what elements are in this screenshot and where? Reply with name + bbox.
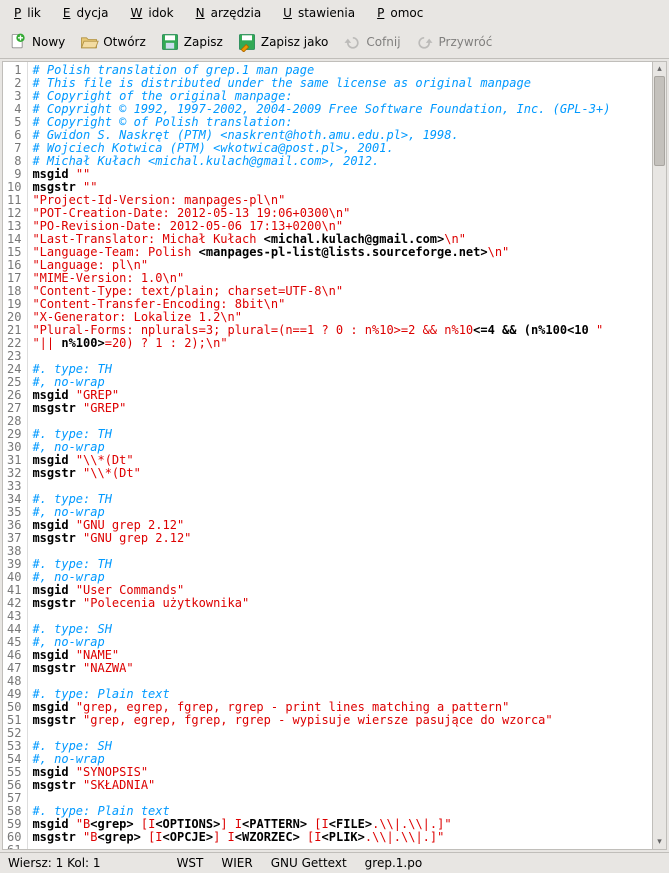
code-line[interactable]: #. type: TH — [32, 493, 648, 506]
menu-file[interactable]: Plik — [8, 4, 53, 22]
editor: 1234567891011121314151617181920212223242… — [2, 61, 667, 850]
menu-help[interactable]: Pomoc — [371, 4, 435, 22]
code-line[interactable]: #. type: SH — [32, 740, 648, 753]
code-line[interactable]: #. type: TH — [32, 428, 648, 441]
menu-view[interactable]: Widok — [124, 4, 185, 22]
new-button[interactable]: Nowy — [6, 30, 67, 54]
status-filename: grep.1.po — [365, 856, 423, 870]
code-line[interactable]: # Michał Kułach <michal.kulach@gmail.com… — [32, 155, 648, 168]
code-line[interactable]: "|| n%100>=20) ? 1 : 2);\n" — [32, 337, 648, 350]
redo-label: Przywróć — [439, 35, 493, 49]
code-line[interactable] — [32, 545, 648, 558]
redo-icon — [415, 32, 435, 52]
saveas-label: Zapisz jako — [261, 35, 328, 49]
code-line[interactable]: msgstr "GREP" — [32, 402, 648, 415]
undo-label: Cofnij — [366, 35, 400, 49]
code-line[interactable]: msgstr "GNU grep 2.12" — [32, 532, 648, 545]
menu-settings[interactable]: Ustawienia — [277, 4, 367, 22]
code-line[interactable] — [32, 480, 648, 493]
open-label: Otwórz — [103, 35, 146, 49]
code-line[interactable] — [32, 415, 648, 428]
code-line[interactable] — [32, 727, 648, 740]
status-insert-mode: WST — [177, 856, 204, 870]
code-line[interactable]: #. type: TH — [32, 558, 648, 571]
code-line[interactable]: #. type: SH — [32, 623, 648, 636]
code-area[interactable]: # Polish translation of grep.1 man page#… — [28, 62, 652, 849]
scroll-up-arrow[interactable]: ▴ — [653, 62, 666, 76]
code-line[interactable] — [32, 844, 648, 849]
open-button[interactable]: Otwórz — [77, 30, 148, 54]
undo-icon — [342, 32, 362, 52]
undo-button[interactable]: Cofnij — [340, 30, 402, 54]
saveas-icon — [237, 32, 257, 52]
code-line[interactable]: msgstr "NAZWA" — [32, 662, 648, 675]
code-line[interactable]: msgid "" — [32, 168, 648, 181]
code-line[interactable]: msgstr "B<grep> [I<OPCJE>] I<WZORZEC> [I… — [32, 831, 648, 844]
save-label: Zapisz — [184, 35, 223, 49]
code-line[interactable]: #. type: TH — [32, 363, 648, 376]
code-line[interactable]: msgstr "SKŁADNIA" — [32, 779, 648, 792]
status-highlight-mode: GNU Gettext — [271, 856, 347, 870]
scroll-down-arrow[interactable]: ▾ — [653, 835, 666, 849]
menu-tools[interactable]: Narzędzia — [190, 4, 274, 22]
status-wrap-mode: WIER — [221, 856, 252, 870]
save-button[interactable]: Zapisz — [158, 30, 225, 54]
line-gutter: 1234567891011121314151617181920212223242… — [3, 62, 28, 849]
code-line[interactable]: #, no-wrap — [32, 636, 648, 649]
code-line[interactable] — [32, 610, 648, 623]
vertical-scrollbar[interactable]: ▴ ▾ — [652, 62, 666, 849]
menu-edit[interactable]: Edycja — [57, 4, 121, 22]
new-label: Nowy — [32, 35, 65, 49]
save-icon — [160, 32, 180, 52]
redo-button[interactable]: Przywróć — [413, 30, 495, 54]
new-file-icon — [8, 32, 28, 52]
statusbar: Wiersz: 1 Kol: 1 WST WIER GNU Gettext gr… — [0, 852, 669, 873]
code-line[interactable]: msgstr "grep, egrep, fgrep, rgrep - wypi… — [32, 714, 648, 727]
toolbar: Nowy Otwórz Zapisz Zapisz jako Cofnij Pr… — [0, 26, 669, 59]
scrollbar-thumb[interactable] — [654, 76, 665, 166]
open-folder-icon — [79, 32, 99, 52]
menubar: Plik Edycja Widok Narzędzia Ustawienia P… — [0, 0, 669, 26]
code-line[interactable]: msgstr "\\*(Dt" — [32, 467, 648, 480]
code-line[interactable]: #, no-wrap — [32, 376, 648, 389]
code-line[interactable] — [32, 350, 648, 363]
saveas-button[interactable]: Zapisz jako — [235, 30, 330, 54]
status-position: Wiersz: 1 Kol: 1 — [8, 856, 101, 870]
code-line[interactable]: msgstr "Polecenia użytkownika" — [32, 597, 648, 610]
